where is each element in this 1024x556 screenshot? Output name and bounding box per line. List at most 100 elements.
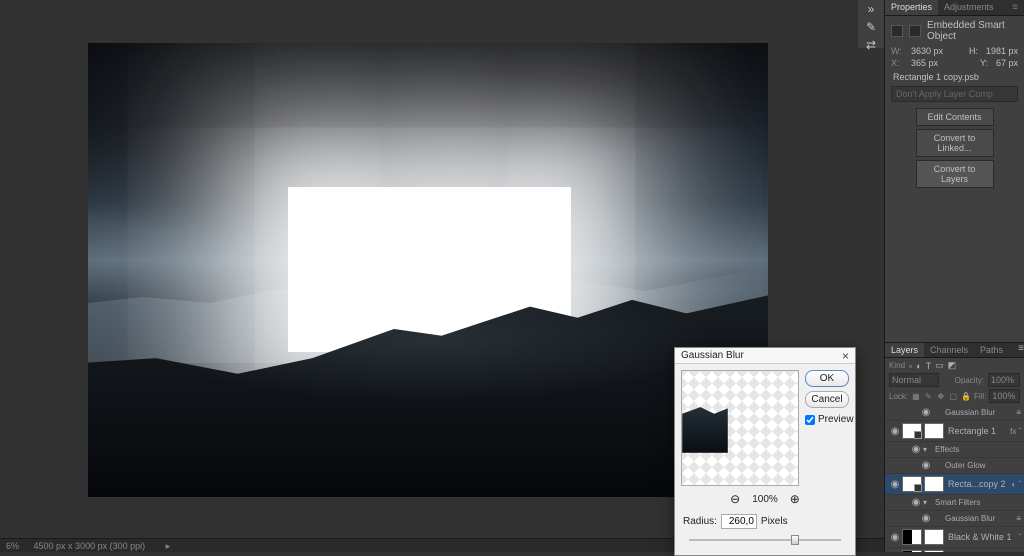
filter-options-icon[interactable]: ≡ bbox=[1016, 408, 1021, 417]
layer-sub-label: Outer Glow bbox=[943, 461, 1021, 470]
document-canvas[interactable] bbox=[88, 43, 768, 497]
visibility-toggle[interactable]: ◉ bbox=[888, 426, 902, 437]
lock-label: Lock: bbox=[889, 392, 908, 401]
layers-menu-icon[interactable]: ≡ bbox=[1018, 343, 1024, 357]
lock-position-icon[interactable]: ✥ bbox=[936, 391, 945, 401]
ok-button[interactable]: OK bbox=[805, 370, 849, 387]
tab-properties[interactable]: Properties bbox=[885, 0, 938, 15]
w-label: W: bbox=[891, 46, 903, 56]
layer-row[interactable]: ◉Color Lookup 1ˇ bbox=[885, 548, 1024, 552]
properties-panel: Embedded Smart Object W:3630 pxH:1981 px… bbox=[885, 16, 1024, 195]
layer-expand-icon[interactable]: ˇ bbox=[1018, 427, 1021, 436]
radius-label: Radius: bbox=[683, 516, 717, 527]
visibility-toggle[interactable]: ◉ bbox=[919, 407, 933, 418]
layer-sub-filter[interactable]: ◉ Gaussian Blur≡ bbox=[885, 405, 1024, 421]
layers-controls: Kind ▫ ◐ T ▭ ◩ Normal Opacity: 100% Lock… bbox=[885, 358, 1024, 405]
fx-badge[interactable]: fx bbox=[1010, 427, 1016, 436]
dialog-close-button[interactable]: × bbox=[842, 349, 849, 363]
layer-thumbnail[interactable] bbox=[902, 476, 922, 492]
lock-paint-icon[interactable]: ✎ bbox=[924, 391, 933, 401]
layer-thumbnail[interactable] bbox=[902, 423, 922, 439]
layer-sub-filter[interactable]: ◉Gaussian Blur≡ bbox=[885, 511, 1024, 527]
h-value[interactable]: 1981 px bbox=[986, 46, 1018, 56]
convert-to-linked-button[interactable]: Convert to Linked... bbox=[916, 129, 994, 157]
layer-expand-icon[interactable]: ˇ bbox=[1018, 480, 1021, 489]
disclosure-icon[interactable]: ▾ bbox=[923, 498, 933, 507]
zoom-out-button[interactable]: ⊖ bbox=[730, 492, 740, 506]
visibility-toggle[interactable]: ◉ bbox=[888, 479, 902, 490]
radius-slider[interactable] bbox=[689, 535, 841, 545]
dialog-titlebar[interactable]: Gaussian Blur × bbox=[675, 348, 855, 364]
expand-icon[interactable]: » bbox=[862, 2, 880, 16]
layer-sub-label: Effects bbox=[933, 445, 1021, 454]
properties-menu-icon[interactable]: ≡ bbox=[1006, 0, 1024, 15]
convert-to-layers-button[interactable]: Convert to Layers bbox=[916, 160, 994, 188]
preview-checkbox-input[interactable] bbox=[805, 415, 815, 425]
fill-label: Fill: bbox=[974, 392, 986, 401]
smart-filter-badge[interactable]: ◐ bbox=[1011, 480, 1016, 489]
layer-mask-thumbnail[interactable] bbox=[924, 423, 944, 439]
layer-sub-label: Gaussian Blur bbox=[943, 408, 1016, 417]
filter-shape-icon[interactable]: ▭ bbox=[935, 360, 944, 371]
radius-slider-handle[interactable] bbox=[791, 535, 799, 545]
edit-contents-button[interactable]: Edit Contents bbox=[916, 108, 994, 126]
filter-pixel-icon[interactable]: ▫ bbox=[909, 361, 912, 371]
opacity-label: Opacity: bbox=[955, 376, 984, 385]
filter-so-icon[interactable]: ◩ bbox=[948, 360, 957, 371]
visibility-toggle[interactable]: ◉ bbox=[909, 444, 923, 455]
layer-sub-fxhdr[interactable]: ◉▾Effects bbox=[885, 442, 1024, 458]
status-bar: 6% 4500 px x 3000 px (300 ppi) ▸ bbox=[0, 538, 1024, 552]
x-value[interactable]: 365 px bbox=[911, 58, 938, 68]
layer-row[interactable]: ◉ Recta...copy 2◐ˇ bbox=[885, 474, 1024, 495]
y-label: Y: bbox=[980, 58, 988, 68]
swap-panel-icon[interactable]: ⇄ bbox=[862, 38, 880, 52]
filter-options-icon[interactable]: ≡ bbox=[1016, 514, 1021, 523]
layers-tabs: Layers Channels Paths ≡ bbox=[885, 342, 1024, 358]
layer-expand-icon[interactable]: ˇ bbox=[1018, 533, 1021, 542]
visibility-toggle[interactable]: ◉ bbox=[909, 497, 923, 508]
layer-comp-dropdown[interactable]: Don't Apply Layer Comp bbox=[891, 86, 1018, 102]
filter-preview[interactable] bbox=[681, 370, 799, 486]
layer-row[interactable]: ◉ Black & White 1ˇ bbox=[885, 527, 1024, 548]
tab-channels[interactable]: Channels bbox=[924, 343, 974, 357]
status-zoom[interactable]: 6% bbox=[6, 541, 19, 551]
visibility-toggle[interactable]: ◉ bbox=[919, 513, 933, 524]
status-doc-size[interactable]: 4500 px x 3000 px (300 ppi) bbox=[34, 541, 146, 551]
zoom-percent: 100% bbox=[752, 494, 778, 505]
layer-name[interactable]: Rectangle 1 bbox=[946, 426, 1010, 436]
status-chevron-icon[interactable]: ▸ bbox=[166, 539, 171, 553]
visibility-toggle[interactable]: ◉ bbox=[919, 460, 933, 471]
filter-type-icon[interactable]: T bbox=[926, 361, 932, 371]
cancel-button[interactable]: Cancel bbox=[805, 391, 849, 408]
preview-checkbox[interactable]: Preview bbox=[805, 414, 849, 425]
visibility-toggle[interactable]: ◉ bbox=[888, 532, 902, 543]
tab-paths[interactable]: Paths bbox=[974, 343, 1009, 357]
layer-row[interactable]: ◉ Rectangle 1fxˇ bbox=[885, 421, 1024, 442]
zoom-in-button[interactable]: ⊕ bbox=[790, 492, 800, 506]
disclosure-icon[interactable]: ▾ bbox=[923, 445, 933, 454]
tab-adjustments[interactable]: Adjustments bbox=[938, 0, 1000, 15]
gaussian-blur-dialog: Gaussian Blur × OK Cancel Preview ⊖ 100%… bbox=[674, 347, 856, 556]
opacity-input[interactable]: 100% bbox=[988, 373, 1020, 387]
object-type-label: Embedded Smart Object bbox=[927, 20, 1018, 42]
preview-checkbox-label: Preview bbox=[818, 414, 854, 425]
layer-name[interactable]: Recta...copy 2 bbox=[946, 479, 1011, 489]
lock-all-icon[interactable]: 🔒 bbox=[961, 391, 971, 401]
layer-name[interactable]: Black & White 1 bbox=[946, 532, 1018, 542]
layer-mask-thumbnail[interactable] bbox=[924, 529, 944, 545]
radius-input[interactable] bbox=[721, 514, 757, 529]
filter-adj-icon[interactable]: ◐ bbox=[916, 361, 921, 371]
brush-panel-icon[interactable]: ✎ bbox=[862, 20, 880, 34]
lock-artboard-icon[interactable]: ▢ bbox=[949, 391, 958, 401]
tab-layers[interactable]: Layers bbox=[885, 343, 924, 357]
layer-sub-fx[interactable]: ◉ Outer Glow bbox=[885, 458, 1024, 474]
y-value[interactable]: 67 px bbox=[996, 58, 1018, 68]
blend-mode-select[interactable]: Normal bbox=[889, 373, 939, 387]
lock-transparency-icon[interactable]: ▦ bbox=[911, 391, 920, 401]
w-value[interactable]: 3630 px bbox=[911, 46, 943, 56]
layer-mask-thumbnail[interactable] bbox=[924, 476, 944, 492]
fill-input[interactable]: 100% bbox=[989, 389, 1020, 403]
layer-list[interactable]: ◉Gaussian Blur≡◉Rectangle 1fxˇ◉▾Effects◉… bbox=[885, 405, 1024, 552]
layer-sub-sfhdr[interactable]: ◉▾Smart Filters bbox=[885, 495, 1024, 511]
layer-thumbnail[interactable] bbox=[902, 529, 922, 545]
